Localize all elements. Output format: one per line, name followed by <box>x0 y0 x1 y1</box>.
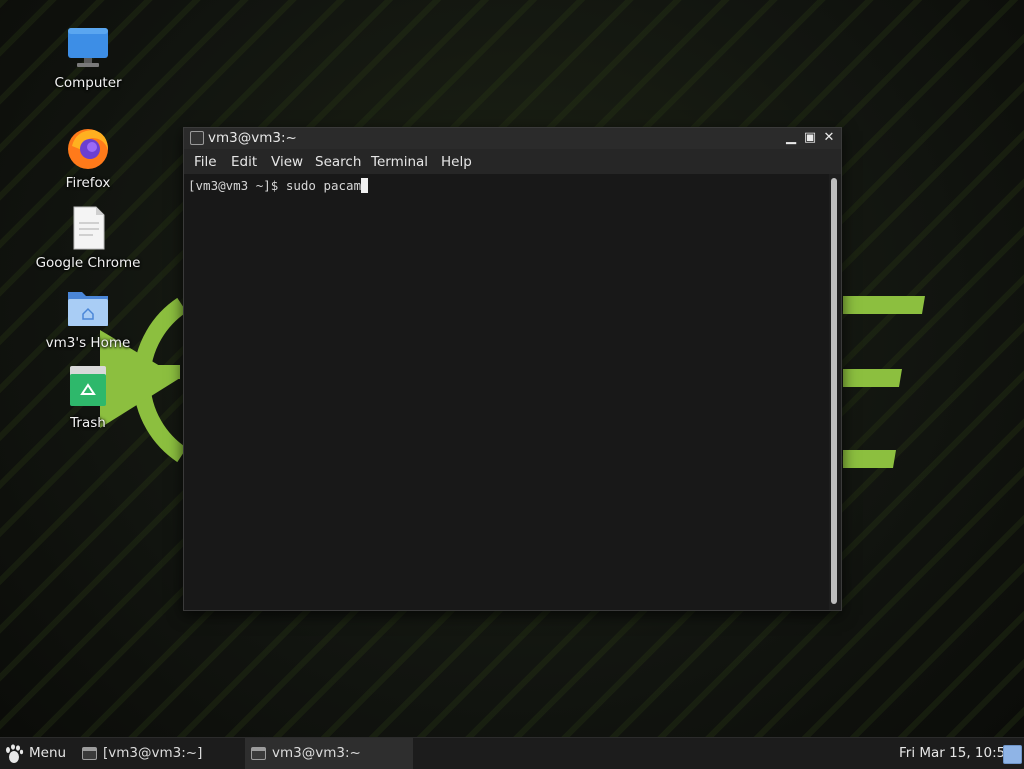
window-titlebar[interactable]: vm3@vm3:~ ▁ ▣ ✕ <box>184 128 841 149</box>
trash-icon <box>64 364 112 412</box>
taskbar-task-label: vm3@vm3:~ <box>272 745 361 761</box>
desktop-icon-label: Trash <box>70 415 106 431</box>
close-icon: ✕ <box>823 130 835 145</box>
text-cursor <box>361 178 369 193</box>
desktop-icon-label: Firefox <box>65 175 111 191</box>
desktop-icon-google-chrome[interactable]: Google Chrome <box>28 204 148 271</box>
terminal-output[interactable]: [vm3@vm3 ~]$ sudo pacam <box>184 174 829 610</box>
desktop-icon-home[interactable]: vm3's Home <box>28 284 148 351</box>
desktop-icon-label: Computer <box>54 75 122 91</box>
window-icon <box>251 747 266 760</box>
taskbar: Menu [vm3@vm3:~] vm3@vm3:~ Fri Mar 15, 1… <box>0 737 1024 769</box>
desktop-icon-trash[interactable]: Trash <box>28 364 148 431</box>
menu-file[interactable]: File <box>194 154 217 170</box>
menu-terminal[interactable]: Terminal <box>371 154 428 170</box>
gnome-foot-icon <box>6 744 24 763</box>
home-folder-icon <box>64 284 112 332</box>
clock[interactable]: Fri Mar 15, 10:53 <box>899 745 1014 761</box>
computer-icon <box>64 24 112 72</box>
menu-view[interactable]: View <box>271 154 303 170</box>
app-menu-label: Menu <box>29 745 67 761</box>
close-button[interactable]: ✕ <box>821 130 837 146</box>
scrollbar[interactable] <box>829 174 841 610</box>
menu-edit[interactable]: Edit <box>231 154 257 170</box>
window-title: vm3@vm3:~ <box>208 130 297 146</box>
maximize-icon: ▣ <box>803 130 817 145</box>
desktop-icon-firefox[interactable]: Firefox <box>28 124 148 191</box>
document-icon <box>64 204 112 252</box>
desktop-icon-computer[interactable]: Computer <box>28 24 148 91</box>
app-menu-button[interactable]: Menu <box>0 738 74 769</box>
minimize-button[interactable]: ▁ <box>783 130 799 146</box>
scrollbar-thumb[interactable] <box>831 178 837 604</box>
desktop-icon-label: vm3's Home <box>45 335 131 351</box>
minimize-icon: ▁ <box>786 130 796 145</box>
taskbar-task-label: [vm3@vm3:~] <box>103 745 203 761</box>
window-icon <box>82 747 97 760</box>
command-line: [vm3@vm3 ~]$ sudo pacam <box>188 178 369 193</box>
taskbar-task-terminal-minimized[interactable]: [vm3@vm3:~] <box>76 738 244 769</box>
terminal-window[interactable]: vm3@vm3:~ ▁ ▣ ✕ File Edit View Search Te… <box>183 127 842 611</box>
show-desktop-icon[interactable] <box>1003 745 1022 764</box>
menu-help[interactable]: Help <box>441 154 472 170</box>
menu-bar: File Edit View Search Terminal Help <box>184 149 841 174</box>
menu-search[interactable]: Search <box>315 154 361 170</box>
maximize-button[interactable]: ▣ <box>802 130 818 146</box>
taskbar-task-terminal-active[interactable]: vm3@vm3:~ <box>245 738 413 769</box>
desktop-icon-label: Google Chrome <box>35 255 141 271</box>
firefox-icon <box>64 124 112 172</box>
prompt-text: [vm3@vm3 ~]$ sudo pacam <box>188 178 362 193</box>
terminal-icon <box>190 131 204 145</box>
